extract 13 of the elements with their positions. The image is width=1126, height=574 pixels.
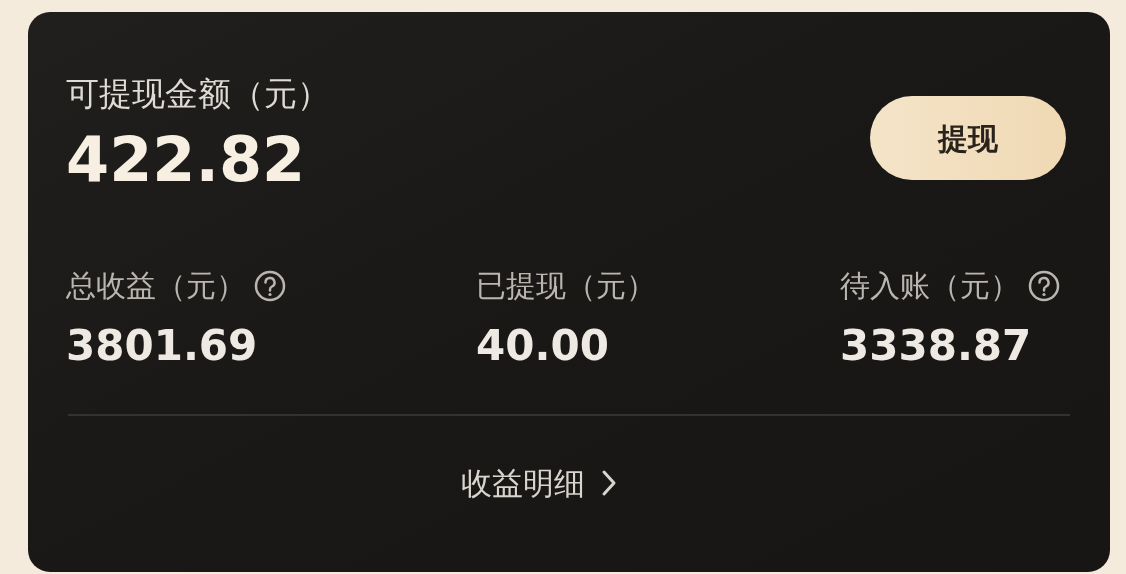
stat-label: 待入账（元） (840, 267, 1020, 305)
balance-label: 可提现金额（元） (66, 73, 330, 115)
balance-amount: 422.82 (66, 122, 307, 198)
chevron-right-icon (601, 469, 617, 498)
help-icon[interactable] (254, 270, 286, 302)
earnings-details-link[interactable]: 收益明细 (461, 460, 617, 507)
stat-value: 40.00 (476, 320, 610, 372)
stat-value: 3801.69 (66, 320, 259, 372)
stat-value: 3338.87 (840, 320, 1033, 372)
help-icon[interactable] (1028, 270, 1060, 302)
stat-label: 总收益（元） (66, 267, 246, 305)
stat-label: 已提现（元） (476, 267, 656, 305)
withdraw-button[interactable]: 提现 (870, 96, 1066, 180)
